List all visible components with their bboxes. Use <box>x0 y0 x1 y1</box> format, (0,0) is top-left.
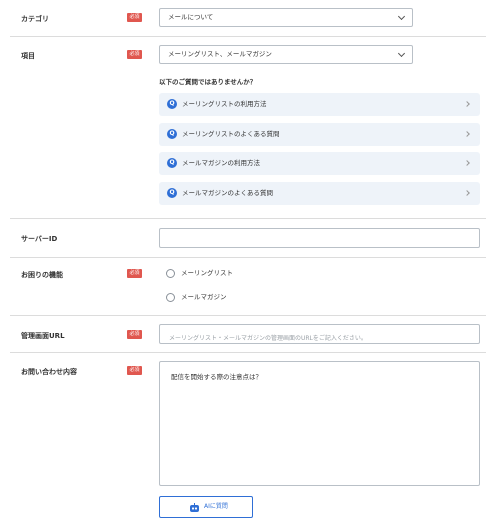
category-label: カテゴリ <box>21 15 49 23</box>
feature-label: お困りの機能 <box>21 271 63 279</box>
chevron-down-icon <box>397 49 406 58</box>
question-icon: Q <box>167 158 177 168</box>
suggestion-item[interactable]: Q メールマガジンのよくある質問 <box>159 182 480 205</box>
radio-circle[interactable] <box>166 269 175 278</box>
admin-url-label: 管理画面URL <box>21 332 65 340</box>
divider <box>10 257 486 258</box>
item-select-value: メーリングリスト、メールマガジン <box>168 50 272 58</box>
suggestion-label: メーリングリストのよくある質問 <box>182 130 280 138</box>
radio-circle[interactable] <box>166 293 175 302</box>
divider <box>10 315 486 316</box>
suggestion-item[interactable]: Q メールマガジンの利用方法 <box>159 152 480 175</box>
category-select[interactable]: メールについて <box>159 8 413 27</box>
divider <box>10 352 486 353</box>
required-badge: 必須 <box>127 13 142 22</box>
chevron-down-icon <box>397 12 406 21</box>
suggestion-label: メールマガジンのよくある質問 <box>182 189 273 197</box>
inquiry-label: お問い合わせ内容 <box>21 368 77 376</box>
robot-icon <box>190 503 199 512</box>
server-id-label: サーバーID <box>21 235 58 243</box>
ask-ai-button-label: AIに質問 <box>204 503 228 510</box>
server-id-field[interactable] <box>159 228 480 252</box>
required-badge: 必須 <box>127 269 142 278</box>
suggestion-item[interactable]: Q メーリングリストのよくある質問 <box>159 123 480 146</box>
suggestion-item[interactable]: Q メーリングリストの利用方法 <box>159 93 480 116</box>
radio-label: メールマガジン <box>181 293 227 301</box>
question-icon: Q <box>167 129 177 139</box>
inquiry-text: 配信を開始する際の注意点は？ <box>171 373 262 381</box>
divider <box>10 36 486 37</box>
chevron-right-icon <box>464 160 470 166</box>
suggestion-label: メーリングリストの利用方法 <box>182 100 267 108</box>
inquiry-textarea[interactable]: 配信を開始する際の注意点は？ <box>159 361 480 486</box>
suggestions-title: 以下のご質問ではありませんか？ <box>159 78 257 86</box>
required-badge: 必須 <box>127 330 142 339</box>
admin-url-input[interactable] <box>160 329 479 348</box>
category-select-value: メールについて <box>168 13 214 21</box>
item-select[interactable]: メーリングリスト、メールマガジン <box>159 45 413 64</box>
required-badge: 必須 <box>127 366 142 375</box>
radio-label: メーリングリスト <box>181 269 233 277</box>
item-label: 項目 <box>21 52 35 60</box>
chevron-right-icon <box>464 101 470 107</box>
chevron-right-icon <box>464 190 470 196</box>
admin-url-field[interactable] <box>159 324 480 348</box>
chevron-right-icon <box>464 131 470 137</box>
ask-ai-button[interactable]: AIに質問 <box>159 496 253 518</box>
divider <box>10 218 486 219</box>
question-icon: Q <box>167 188 177 198</box>
question-icon: Q <box>167 99 177 109</box>
server-id-input[interactable] <box>160 233 479 252</box>
required-badge: 必須 <box>127 50 142 59</box>
suggestion-label: メールマガジンの利用方法 <box>182 159 260 167</box>
